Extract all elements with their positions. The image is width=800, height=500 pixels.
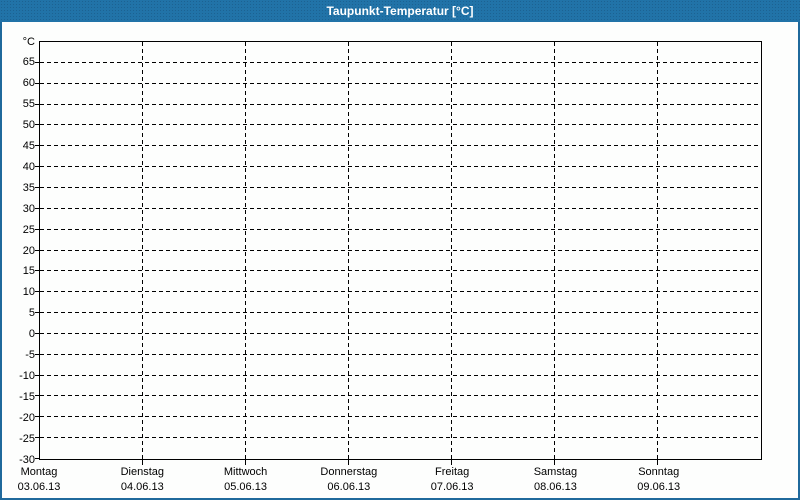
y-axis-tick-label: 20 [22,244,35,257]
day-name-label: Mittwoch [223,466,268,478]
y-axis-tick [35,124,39,126]
gridline-horizontal [40,207,761,209]
day-date-label: 08.06.13 [534,481,577,493]
day-name-label: Sonntag [638,466,680,478]
gridline-horizontal [40,270,761,272]
gridline-vertical [244,42,246,459]
y-axis-tick-label: 60 [22,76,35,89]
y-axis-tick-label: 5 [28,307,35,320]
title-bar[interactable]: Taupunkt-Temperatur [°C] [0,0,800,22]
y-axis-tick-label: 65 [22,55,35,68]
gridline-horizontal [40,291,761,293]
gridline-horizontal [40,374,761,376]
y-axis-tick [35,61,39,63]
y-axis-tick [35,353,39,355]
gridline-horizontal [40,249,761,251]
y-axis-tick [35,374,39,376]
y-axis-tick-label: 55 [22,97,35,110]
gridline-horizontal [40,228,761,230]
gridline-vertical [554,42,555,459]
day-name-label: Donnerstag [320,466,378,478]
gridline-horizontal [40,145,761,147]
gridline-horizontal [40,103,761,105]
gridline-horizontal [40,124,761,126]
day-name-label: Samstag [533,466,578,478]
y-axis-tick [35,228,39,230]
y-axis-tick-label: -25 [19,433,35,446]
y-axis-labels: 65 60 55 50 45 40 35 30 25 20 15 10 5 0 -5 -10 -15 -20 -25… [0,36,35,466]
y-axis-tick-label: 50 [22,118,35,131]
gridline-horizontal [40,395,761,397]
gridline-horizontal [40,332,761,334]
day-date-label: 07.06.13 [430,481,474,493]
y-axis-tick-label: 35 [22,181,35,194]
y-axis-tick-label: -20 [19,412,35,425]
y-axis-tick [35,437,39,439]
x-axis-day-label: Sonntag 09.06.13 [637,463,680,495]
y-axis-tick-label: 15 [22,265,35,278]
y-axis-tick [35,207,39,209]
gridline-vertical [348,42,349,459]
x-axis-labels: Montag 03.06.13 Dienstag 04.06.13 Mittwoch 05… [18,463,762,497]
y-axis-tick-label: 0 [28,328,35,341]
day-date-label: 09.06.13 [637,481,681,493]
y-axis-tick [35,458,39,459]
day-name-label: Freitag [435,466,470,478]
gridline-vertical [450,42,452,459]
y-axis-tick [35,103,39,105]
day-name-label: Dienstag [120,466,164,478]
x-axis-day-label: Samstag 08.06.13 [534,463,577,495]
y-axis-tick-label: -5 [25,349,35,362]
plot-area [35,41,762,465]
x-axis-day-label: Montag 03.06.13 [18,463,61,495]
y-axis-tick [35,312,39,314]
y-axis-tick [35,166,39,168]
x-axis-day-label: Mittwoch 05.06.13 [224,463,267,495]
x-axis-day-label: Freitag 07.06.13 [431,463,474,495]
gridline-horizontal [40,353,761,355]
day-name-label: Montag [20,466,58,478]
day-date-label: 06.06.13 [327,481,371,493]
gridline-horizontal [40,312,761,314]
y-axis-tick [35,416,39,418]
y-axis-tick-label: 30 [22,202,35,215]
y-axis-tick [35,270,39,272]
day-date-label: 05.06.13 [224,481,267,493]
gridline-horizontal [40,437,761,439]
day-date-label: 03.06.13 [17,481,61,493]
day-date-label: 04.06.13 [120,481,164,493]
gridline-horizontal [40,82,761,84]
y-axis-tick [35,249,39,251]
gridline-horizontal [40,61,761,63]
y-axis-tick [35,332,39,334]
y-axis-tick [35,395,39,397]
gridline-horizontal [40,166,761,168]
y-axis-tick-label: 10 [22,286,35,299]
x-axis-day-label: Donnerstag 06.06.13 [320,463,377,495]
y-axis-tick [35,82,39,84]
gridline-vertical [141,42,143,459]
x-axis-day-label: Dienstag 04.06.13 [121,463,164,495]
y-axis-tick-label: 45 [22,139,35,152]
y-axis-tick-label: -10 [19,370,35,383]
gridline-horizontal [40,416,761,418]
y-axis-tick-label: 40 [22,160,35,173]
y-axis-tick [35,145,39,147]
gridline-vertical [657,42,658,459]
y-axis-unit-label: °C [22,36,35,48]
y-axis-tick-label: 25 [22,223,35,236]
page-title: Taupunkt-Temperatur [°C] [326,4,474,18]
y-axis-tick-label: -15 [19,391,35,404]
chart-window: Taupunkt-Temperatur [°C] 65 60 55 50 45 40 35 3… [0,0,800,500]
gridline-horizontal [40,186,761,188]
y-axis-tick [35,291,39,293]
y-axis-tick [35,186,39,188]
